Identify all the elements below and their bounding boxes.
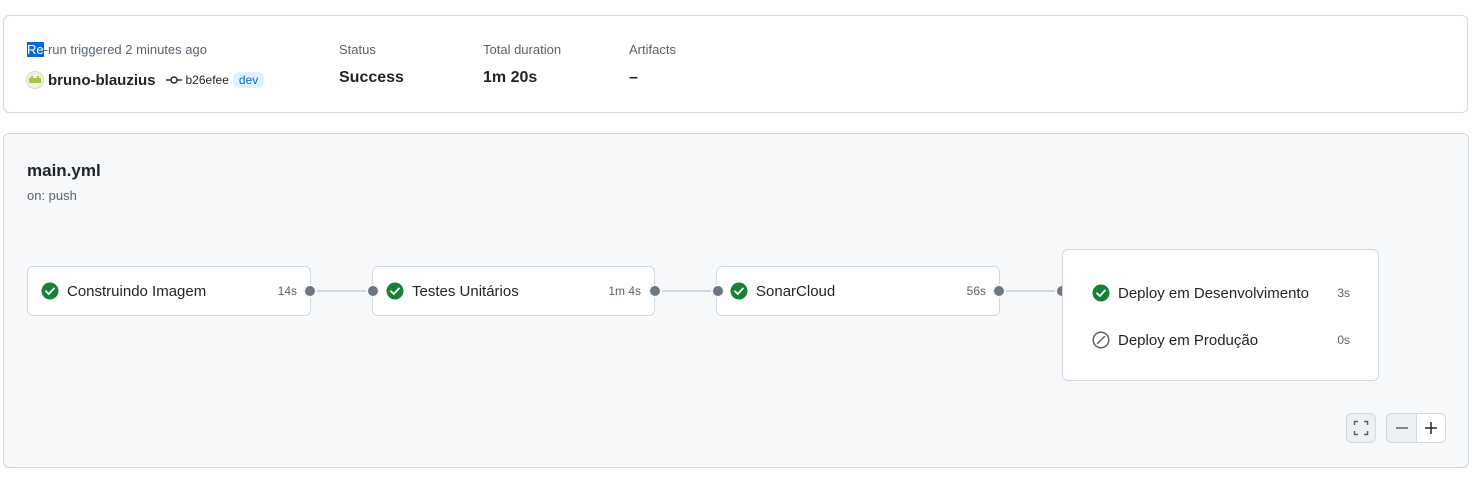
trigger-highlight: Re xyxy=(27,42,44,57)
artifacts-block: Artifacts – xyxy=(629,42,676,87)
job-duration: 1m 4s xyxy=(608,284,641,298)
connector-line xyxy=(659,290,715,292)
duration-value: 1m 20s xyxy=(483,69,538,86)
connector-dot xyxy=(992,284,1006,298)
connector-line xyxy=(1004,290,1060,292)
status-value: Success xyxy=(339,69,404,86)
commit-sha-link[interactable]: b26efee xyxy=(186,73,229,87)
status-block: Status Success xyxy=(339,42,404,87)
skip-icon xyxy=(1092,331,1110,349)
connector-dot xyxy=(303,284,317,298)
job-name: Testes Unitários xyxy=(412,282,519,300)
run-summary: Re-run triggered 2 minutes ago bruno-bla… xyxy=(3,15,1468,113)
job-construindo-imagem[interactable]: Construindo Imagem 14s xyxy=(27,266,311,316)
avatar[interactable] xyxy=(26,71,44,89)
connector-dot xyxy=(711,284,725,298)
connector-dot xyxy=(648,284,662,298)
run-trigger-text: Re-run triggered 2 minutes ago xyxy=(27,42,207,57)
job-testes-unitarios[interactable]: Testes Unitários 1m 4s xyxy=(372,266,655,316)
workflow-name: main.yml xyxy=(27,161,101,180)
job-sonarcloud[interactable]: SonarCloud 56s xyxy=(716,266,1000,316)
actor-row: bruno-blauzius b26efee dev xyxy=(26,69,265,91)
job-name: Construindo Imagem xyxy=(67,282,207,300)
artifacts-label: Artifacts xyxy=(629,42,676,57)
plus-icon xyxy=(1424,421,1438,435)
job-duration: 0s xyxy=(1337,333,1350,347)
check-circle-icon xyxy=(386,282,404,300)
job-duration: 14s xyxy=(277,284,297,298)
job-name: SonarCloud xyxy=(756,282,836,300)
job-name: Deploy em Desenvolvimento xyxy=(1118,284,1309,302)
status-label: Status xyxy=(339,42,376,57)
zoom-in-button[interactable] xyxy=(1416,413,1446,443)
connector-line xyxy=(315,290,371,292)
actor-name[interactable]: bruno-blauzius xyxy=(48,72,156,89)
fullscreen-icon xyxy=(1353,420,1369,436)
connector-dot xyxy=(366,284,380,298)
job-deploy-producao[interactable]: Deploy em Produção 0s xyxy=(1092,331,1350,349)
fullscreen-button[interactable] xyxy=(1346,413,1376,443)
job-deploy-desenvolvimento[interactable]: Deploy em Desenvolvimento 3s xyxy=(1092,284,1350,302)
git-commit-icon xyxy=(165,75,182,85)
minus-icon xyxy=(1395,421,1409,435)
check-circle-icon xyxy=(730,282,748,300)
check-circle-icon xyxy=(1092,284,1110,302)
artifacts-value: – xyxy=(629,69,638,86)
job-duration: 3s xyxy=(1337,286,1350,300)
workflow-graph: main.yml on: push Construindo Imagem 14s… xyxy=(3,133,1469,468)
zoom-out-button[interactable] xyxy=(1386,413,1416,443)
duration-block: Total duration 1m 20s xyxy=(483,42,561,87)
job-name: Deploy em Produção xyxy=(1118,331,1259,349)
deploy-job-group: Deploy em Desenvolvimento 3s Deploy em P… xyxy=(1062,249,1379,381)
check-circle-icon xyxy=(41,282,59,300)
workflow-trigger: on: push xyxy=(27,188,77,203)
branch-label[interactable]: dev xyxy=(232,72,265,88)
job-duration: 56s xyxy=(966,284,986,298)
trigger-rest: -run triggered 2 minutes ago xyxy=(43,42,207,57)
duration-label: Total duration xyxy=(483,42,562,57)
